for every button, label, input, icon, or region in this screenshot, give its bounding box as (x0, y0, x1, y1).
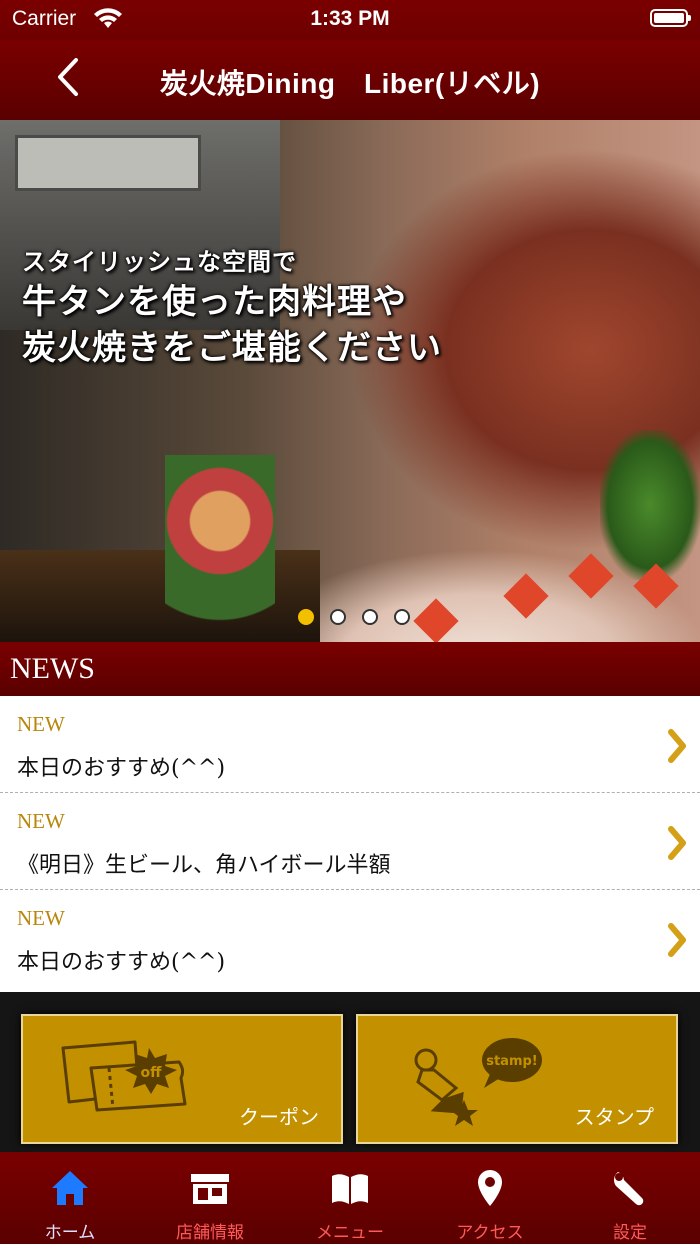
wrench-icon (614, 1172, 644, 1206)
greens-decor (600, 430, 700, 580)
navigation-bar: 炭火焼Dining Liber(リベル) (0, 40, 700, 120)
news-item[interactable]: NEW 本日のおすすめ(^^) (0, 696, 700, 793)
coupon-ticket-icon: off (61, 1040, 187, 1112)
book-icon (332, 1174, 368, 1204)
news-new-tag: NEW (17, 906, 65, 930)
news-item[interactable]: NEW 本日のおすすめ(^^) (0, 890, 700, 987)
location-pin-icon (478, 1170, 502, 1206)
tab-label: メニュー (316, 1223, 384, 1243)
coupon-label: クーポン (239, 1105, 319, 1129)
hero-caption: スタイリッシュな空間で 牛タンを使った肉料理や 炭火焼きをご堪能ください (22, 242, 442, 369)
carrot-decor (413, 598, 459, 642)
news-list: NEW 本日のおすすめ(^^) NEW 《明日》生ビール、角ハイボール半額 NE… (0, 696, 700, 992)
news-item-text: 《明日》生ビール、角ハイボール半額 (17, 853, 391, 878)
tab-home[interactable]: ホーム (0, 1152, 140, 1244)
stamp-bubble-text: stamp! (486, 1054, 538, 1069)
carousel-pagination (298, 609, 410, 625)
tab-bar: ホーム 店舗情報 メニュー アクセス 設定 (0, 1152, 700, 1244)
hero-caption-line2: 牛タンを使った肉料理や (22, 282, 407, 322)
pagination-dot[interactable] (394, 609, 410, 625)
tab-store-info[interactable]: 店舗情報 (140, 1152, 280, 1244)
battery-icon (650, 9, 691, 27)
flowers-decor (165, 455, 275, 642)
news-item-text: 本日のおすすめ(^^) (17, 950, 226, 975)
stamp-button[interactable]: stamp! スタンプ (356, 1014, 678, 1144)
tab-label: 設定 (613, 1223, 647, 1243)
hero-carousel[interactable]: スタイリッシュな空間で 牛タンを使った肉料理や 炭火焼きをご堪能ください (0, 120, 700, 642)
pagination-dot[interactable] (362, 609, 378, 625)
carrot-decor (503, 573, 549, 619)
tab-label: アクセス (456, 1223, 524, 1243)
tab-label: 店舗情報 (176, 1223, 244, 1243)
chevron-right-icon (668, 826, 686, 860)
feature-buttons: off クーポン stamp! スタンプ (0, 992, 700, 1152)
news-item[interactable]: NEW 《明日》生ビール、角ハイボール半額 (0, 793, 700, 890)
stamp-label: スタンプ (574, 1105, 654, 1129)
tab-menu[interactable]: メニュー (280, 1152, 420, 1244)
news-item-text: 本日のおすすめ(^^) (17, 756, 226, 781)
air-vent-decor (15, 135, 201, 191)
news-header-label: NEWS (10, 652, 95, 685)
pagination-dot[interactable] (298, 609, 314, 625)
stamp-icon: stamp! (414, 1038, 542, 1126)
hero-caption-line1: スタイリッシュな空間で (22, 248, 297, 276)
tab-access[interactable]: アクセス (420, 1152, 560, 1244)
hero-caption-line3: 炭火焼きをご堪能ください (22, 328, 442, 368)
home-icon (52, 1171, 88, 1205)
news-section-header: NEWS (0, 642, 700, 696)
status-bar: Carrier 1:33 PM (0, 0, 700, 40)
page-title: 炭火焼Dining Liber(リベル) (159, 68, 541, 99)
news-new-tag: NEW (17, 712, 65, 736)
news-new-tag: NEW (17, 809, 65, 833)
chevron-right-icon (668, 729, 686, 763)
status-time: 1:33 PM (310, 7, 390, 30)
store-icon (191, 1174, 229, 1204)
tab-label: ホーム (44, 1223, 96, 1243)
pagination-dot[interactable] (330, 609, 346, 625)
coupon-off-badge: off (141, 1065, 163, 1081)
chevron-right-icon (668, 923, 686, 957)
coupon-button[interactable]: off クーポン (21, 1014, 343, 1144)
tab-settings[interactable]: 設定 (560, 1152, 700, 1244)
